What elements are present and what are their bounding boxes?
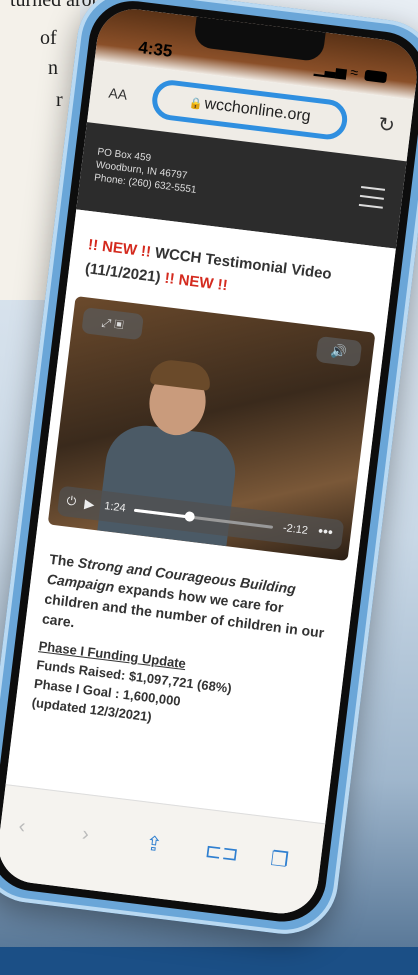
- status-time: 4:35: [137, 37, 174, 61]
- video-scrubber-knob[interactable]: [184, 510, 196, 523]
- video-current-time: 1:24: [103, 500, 127, 515]
- article-fragment-2: of: [40, 27, 57, 49]
- bookmarks-icon[interactable]: ⊏⊐: [204, 838, 240, 867]
- volume-icon[interactable]: 🔊: [315, 335, 363, 368]
- url-text: wcchonline.org: [203, 95, 312, 126]
- reload-icon[interactable]: ↻: [377, 112, 397, 139]
- campaign-prefix: The: [48, 550, 80, 571]
- signal-icon: ▁▃▅: [313, 59, 348, 80]
- more-icon[interactable]: •••: [317, 522, 334, 540]
- video-progress-fill: [133, 508, 190, 519]
- airplay-icon[interactable]: ⏻: [66, 493, 77, 509]
- tabs-icon[interactable]: ❐: [269, 846, 290, 873]
- new-badge: !! NEW !!: [87, 236, 152, 261]
- text-size-button[interactable]: AA: [108, 85, 128, 103]
- fullscreen-pip-controls[interactable]: ⤢ ▣: [81, 307, 144, 341]
- menu-icon[interactable]: [358, 185, 386, 216]
- play-icon[interactable]: ▶: [83, 496, 96, 513]
- lock-icon: 🔒: [188, 97, 204, 111]
- pip-icon[interactable]: ▣: [114, 317, 125, 332]
- wifi-icon: ≈: [349, 63, 360, 81]
- video-remaining-time: -2:12: [282, 522, 309, 538]
- headline-date: (11/1/2021): [84, 260, 162, 287]
- forward-icon[interactable]: ›: [81, 823, 90, 847]
- video-player[interactable]: ⤢ ▣ 🔊 ⏻ ▶ 1:24 -2:12 •••: [47, 296, 376, 562]
- video-scrubber[interactable]: [133, 508, 274, 529]
- article-fragment-4: r: [56, 89, 63, 111]
- fullscreen-icon[interactable]: ⤢: [101, 315, 112, 330]
- url-field[interactable]: 🔒wcchonline.org: [149, 78, 350, 142]
- site-address: PO Box 459 Woodburn, IN 46797 Phone: (26…: [93, 146, 200, 197]
- system-icons: ▁▃▅ ≈: [313, 59, 388, 85]
- share-icon[interactable]: ⇪: [144, 831, 164, 858]
- article-fragment-3: n: [48, 57, 58, 79]
- battery-icon: [364, 69, 388, 84]
- back-icon[interactable]: ‹: [17, 815, 26, 839]
- new-badge-2: !! NEW !!: [163, 269, 229, 295]
